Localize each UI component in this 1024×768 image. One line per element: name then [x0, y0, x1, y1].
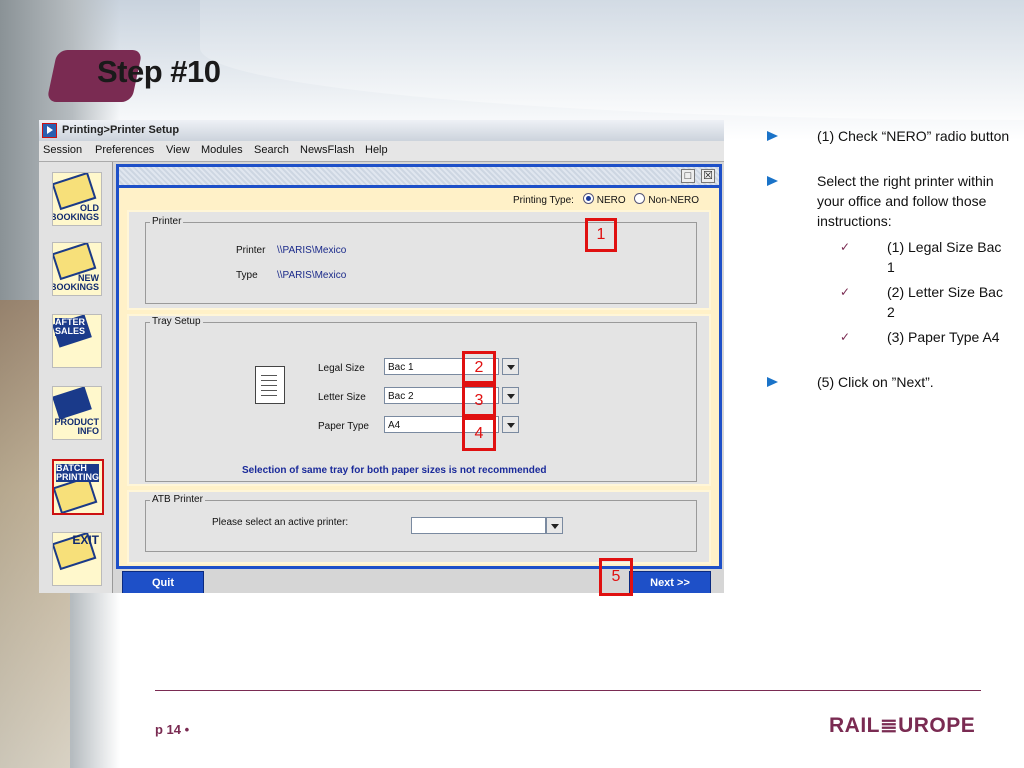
sidebar-item-label: OLD BOOKINGS: [52, 203, 99, 222]
printer-setup-frame: □ ☒ Printing Type: NERO Non-NERO Printer…: [116, 164, 722, 569]
chevron-down-icon[interactable]: [502, 358, 519, 375]
bullet-arrow-icon: [767, 377, 778, 387]
tray-setup-group: Tray Setup Legal Size Bac 1 Letter Size …: [127, 314, 711, 486]
bullet-arrow-icon: [767, 176, 778, 186]
app-window-title: Printing>Printer Setup: [62, 124, 180, 136]
sidebar-item-label: EXIT: [72, 533, 99, 547]
sidebar-item-label: AFTER SALES: [55, 317, 86, 336]
checkmark-icon: ✓: [840, 240, 851, 254]
chevron-down-icon[interactable]: [546, 517, 563, 534]
annotation-5: 5: [599, 558, 633, 596]
annotation-3: 3: [462, 384, 496, 417]
menu-help[interactable]: Help: [365, 144, 388, 156]
legal-size-label: Legal Size: [318, 363, 365, 374]
non-nero-radio[interactable]: [634, 193, 646, 204]
instruction-subitem: (1) Legal Size Bac 1: [887, 239, 1002, 275]
menu-newsflash[interactable]: NewsFlash: [300, 144, 354, 156]
nero-radio[interactable]: [582, 193, 594, 204]
brand-logo: RAIL≣UROPE: [829, 714, 976, 737]
printer-value: \\PARIS\Mexico: [277, 245, 347, 256]
atb-prompt: Please select an active printer:: [212, 517, 349, 528]
menu-preferences[interactable]: Preferences: [95, 144, 154, 156]
nero-radio-label[interactable]: NERO: [597, 195, 626, 206]
printer-label: Printer: [236, 245, 266, 256]
app-logo-icon: [42, 123, 57, 138]
instruction-subitem: (2) Letter Size Bac 2: [887, 284, 1003, 320]
quit-button[interactable]: Quit: [122, 571, 204, 593]
atb-printer-group: ATB Printer Please select an active prin…: [127, 490, 711, 564]
sidebar-item-label: BATCH PRINTING: [56, 463, 100, 482]
annotation-2: 2: [462, 351, 496, 384]
tray-fieldset: Tray Setup Legal Size Bac 1 Letter Size …: [145, 316, 697, 482]
tray-warning: Selection of same tray for both paper si…: [242, 465, 547, 476]
page-number: p 14 •: [155, 722, 190, 737]
atb-fieldset: ATB Printer Please select an active prin…: [145, 494, 697, 552]
menu-view[interactable]: View: [166, 144, 190, 156]
sidebar-item-label: NEW BOOKINGS: [52, 273, 99, 292]
internal-frame-titlebar: □ ☒: [119, 167, 719, 185]
paper-type-label: Paper Type: [318, 421, 369, 432]
document-icon: [255, 366, 285, 404]
atb-legend: ATB Printer: [150, 494, 205, 505]
menu-modules[interactable]: Modules: [201, 144, 243, 156]
instruction-item: (5) Click on ”Next”.: [817, 374, 934, 390]
restore-icon[interactable]: □: [681, 169, 695, 183]
sidebar-item-product-info[interactable]: PRODUCT INFO: [52, 386, 102, 440]
chevron-down-icon[interactable]: [502, 416, 519, 433]
instruction-item: (1) Check “NERO” radio button: [817, 128, 1010, 144]
sidebar-item-after-sales[interactable]: AFTER SALES: [52, 314, 102, 368]
sidebar-item-new-bookings[interactable]: NEW BOOKINGS: [52, 242, 102, 296]
sidebar-item-label: PRODUCT INFO: [54, 417, 100, 436]
chevron-down-icon[interactable]: [502, 387, 519, 404]
non-nero-radio-label[interactable]: Non-NERO: [648, 195, 699, 206]
footer-rule: [155, 690, 981, 691]
type-label: Type: [236, 270, 258, 281]
menu-search[interactable]: Search: [254, 144, 289, 156]
slide-title: Step #10: [97, 54, 221, 89]
close-icon[interactable]: ☒: [701, 169, 715, 183]
atb-printer-select[interactable]: [411, 517, 546, 534]
product-info-icon: [53, 387, 92, 420]
next-button[interactable]: Next >>: [629, 571, 711, 593]
checkmark-icon: ✓: [840, 330, 851, 344]
printer-setup-panel: Printing Type: NERO Non-NERO Printer Pri…: [119, 188, 719, 566]
printing-type-label: Printing Type:: [512, 195, 574, 206]
sidebar-item-batch-printing[interactable]: BATCH PRINTING: [52, 459, 104, 515]
menubar: Session Preferences View Modules Search …: [39, 141, 724, 162]
printing-type-selector: Printing Type: NERO Non-NERO: [513, 193, 699, 206]
annotation-1: 1: [585, 218, 617, 252]
app-titlebar: Printing>Printer Setup: [39, 120, 724, 142]
sidebar-item-old-bookings[interactable]: OLD BOOKINGS: [52, 172, 102, 226]
letter-size-label: Letter Size: [318, 392, 366, 403]
instruction-item: Select the right printer within your off…: [817, 173, 994, 229]
sidebar-item-exit[interactable]: EXIT: [52, 532, 102, 586]
app-window: Printing>Printer Setup Session Preferenc…: [39, 120, 724, 593]
bullet-arrow-icon: [767, 131, 778, 141]
type-value: \\PARIS\Mexico: [277, 270, 347, 281]
tray-legend: Tray Setup: [150, 316, 203, 327]
module-sidebar: OLD BOOKINGS NEW BOOKINGS AFTER SALES PR…: [39, 162, 113, 593]
checkmark-icon: ✓: [840, 285, 851, 299]
printer-legend: Printer: [150, 216, 184, 227]
instruction-subitem: (3) Paper Type A4: [887, 329, 1000, 345]
printer-group: Printer Printer \\PARIS\Mexico Type \\PA…: [127, 210, 711, 310]
menu-session[interactable]: Session: [43, 144, 82, 156]
annotation-4: 4: [462, 417, 496, 451]
